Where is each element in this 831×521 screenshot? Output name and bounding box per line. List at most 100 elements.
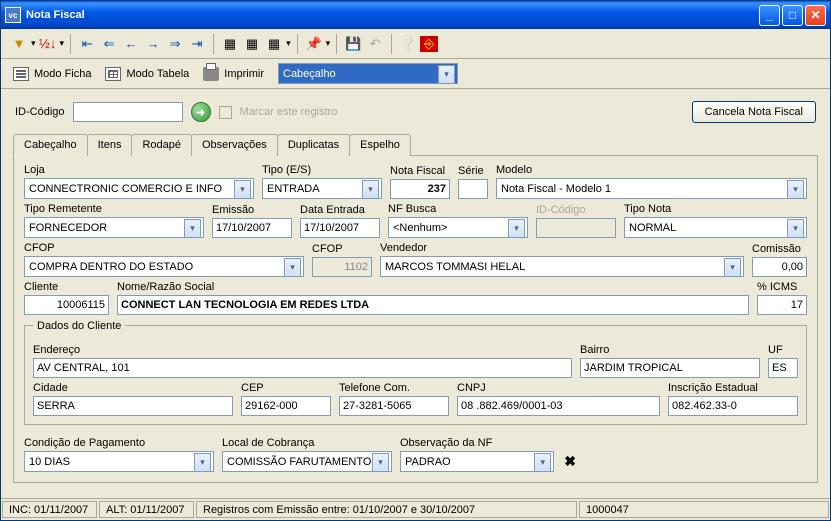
tab-itens[interactable]: Itens [87, 134, 133, 156]
serie-label: Série [458, 165, 488, 177]
window: vc Nota Fiscal _ □ ✕ ▼ ▾ ½↓ ▾ ⇤ ⇐ ← → ⇒ … [0, 0, 831, 521]
vendedor-label: Vendedor [380, 242, 744, 254]
emissao-label: Emissão [212, 204, 292, 216]
data-ent-label: Data Entrada [300, 204, 380, 216]
data-ent-input[interactable] [300, 218, 380, 238]
nf-busca-label: NF Busca [388, 203, 528, 215]
modo-ficha[interactable]: Modo Ficha [13, 67, 91, 81]
cfop2-input [312, 257, 372, 277]
tel-label: Telefone Com. [339, 382, 449, 394]
nf-input[interactable] [390, 179, 450, 199]
grid1-icon[interactable]: ▦ [220, 34, 240, 54]
modo-tabela-label: Modo Tabela [126, 68, 189, 80]
tab-rodape[interactable]: Rodapé [131, 134, 192, 156]
next-icon[interactable]: ⇒ [165, 34, 185, 54]
serie-input[interactable] [458, 179, 488, 199]
id-row: ID-Código ➜ Marcar este registro Cancela… [13, 97, 818, 127]
undo-icon: ↶ [365, 34, 385, 54]
loja-label: Loja [24, 164, 254, 176]
cnpj-input[interactable] [457, 396, 660, 416]
nf-busca-select[interactable]: <Nenhum> [388, 217, 528, 238]
app-icon: vc [5, 7, 21, 23]
endereco-input[interactable] [33, 358, 572, 378]
cfop-label: CFOP [24, 242, 304, 254]
id-codigo-input[interactable] [73, 102, 183, 122]
comissao-label: Comissão [752, 243, 807, 255]
loja-select[interactable]: CONNECTRONIC COMERCIO E INFO [24, 178, 254, 199]
tabela-icon [105, 67, 121, 81]
status-num: 1000047 [579, 501, 829, 518]
prev-icon[interactable]: ⇐ [99, 34, 119, 54]
cliente-label: Cliente [24, 281, 109, 293]
help-icon[interactable]: ❔ [398, 34, 418, 54]
tab-observacoes[interactable]: Observações [191, 134, 278, 156]
emissao-input[interactable] [212, 218, 292, 238]
fwd-icon[interactable]: → [143, 34, 163, 54]
modo-tabela[interactable]: Modo Tabela [105, 67, 189, 81]
modelo-select[interactable]: Nota Fiscal - Modelo 1 [496, 178, 807, 199]
go-button[interactable]: ➜ [191, 102, 211, 122]
section-dropdown-value: Cabeçalho [283, 68, 336, 80]
cep-input[interactable] [241, 396, 331, 416]
section-dropdown[interactable]: Cabeçalho [278, 63, 458, 84]
clear-obs-button[interactable]: ✖ [560, 453, 580, 470]
bairro-input[interactable] [580, 358, 760, 378]
minimize-button[interactable]: _ [759, 5, 780, 26]
tipo-es-select[interactable]: ENTRADA [262, 178, 382, 199]
maximize-button[interactable]: □ [782, 5, 803, 26]
tab-duplicatas[interactable]: Duplicatas [277, 134, 350, 156]
endereco-label: Endereço [33, 344, 572, 356]
status-alt: ALT: 01/11/2007 [99, 501, 194, 518]
ficha-icon [13, 67, 29, 81]
ie-label: Inscrição Estadual [668, 382, 798, 394]
uf-input[interactable] [768, 358, 798, 378]
filter-icon[interactable]: ▼ [9, 34, 29, 54]
cidade-input[interactable] [33, 396, 233, 416]
form: Loja CONNECTRONIC COMERCIO E INFO Tipo (… [13, 156, 818, 483]
marcar-checkbox [219, 106, 232, 119]
tipo-nota-select[interactable]: NORMAL [624, 217, 807, 238]
comissao-input[interactable] [752, 257, 807, 277]
razao-input[interactable] [117, 295, 749, 315]
sort-icon[interactable]: ½↓ [38, 34, 58, 54]
cond-select[interactable]: 10 DIAS [24, 451, 214, 472]
vendedor-select[interactable]: MARCOS TOMMASI HELAL [380, 256, 744, 277]
cancela-label: Cancela Nota Fiscal [705, 106, 803, 118]
grid2-icon[interactable]: ▦ [242, 34, 262, 54]
icms-input[interactable] [757, 295, 807, 315]
first-icon[interactable]: ⇤ [77, 34, 97, 54]
cfop2-label: CFOP [312, 243, 372, 255]
tab-espelho[interactable]: Espelho [349, 134, 411, 156]
last-icon[interactable]: ⇥ [187, 34, 207, 54]
tab-cabecalho[interactable]: Cabeçalho [13, 134, 88, 156]
cliente-input[interactable] [24, 295, 109, 315]
status-inc: INC: 01/11/2007 [2, 501, 97, 518]
close-button[interactable]: ✕ [805, 5, 826, 26]
back-icon[interactable]: ← [121, 34, 141, 54]
cep-label: CEP [241, 382, 331, 394]
ie-input[interactable] [668, 396, 798, 416]
cfop-select[interactable]: COMPRA DENTRO DO ESTADO [24, 256, 304, 277]
tipo-rem-select[interactable]: FORNECEDOR [24, 217, 204, 238]
icms-label: % ICMS [757, 281, 807, 293]
window-buttons: _ □ ✕ [759, 5, 826, 26]
local-label: Local de Cobrança [222, 437, 392, 449]
dados-legend: Dados do Cliente [33, 320, 125, 332]
tipo-rem-label: Tipo Remetente [24, 203, 204, 215]
tipo-es-label: Tipo (E/S) [262, 164, 382, 176]
pin-icon[interactable]: 📌 [304, 34, 324, 54]
local-select[interactable]: COMISSÃO FARUTAMENTO [222, 451, 392, 472]
id-codigo-label: ID-Código [15, 106, 65, 118]
tel-input[interactable] [339, 396, 449, 416]
grid3-icon[interactable]: ▦ [264, 34, 284, 54]
tipo-nota-label: Tipo Nota [624, 203, 807, 215]
modebar: Modo Ficha Modo Tabela Imprimir Cabeçalh… [1, 59, 830, 89]
imprimir[interactable]: Imprimir [203, 67, 264, 81]
idcodigo2-input [536, 218, 616, 238]
status-reg: Registros com Emissão entre: 01/10/2007 … [196, 501, 577, 518]
razao-label: Nome/Razão Social [117, 281, 749, 293]
exit-icon[interactable]: ⎆ [420, 36, 438, 52]
obs-select[interactable]: PADRAO [400, 451, 554, 472]
cancela-button[interactable]: Cancela Nota Fiscal [692, 101, 816, 123]
modelo-label: Modelo [496, 164, 807, 176]
